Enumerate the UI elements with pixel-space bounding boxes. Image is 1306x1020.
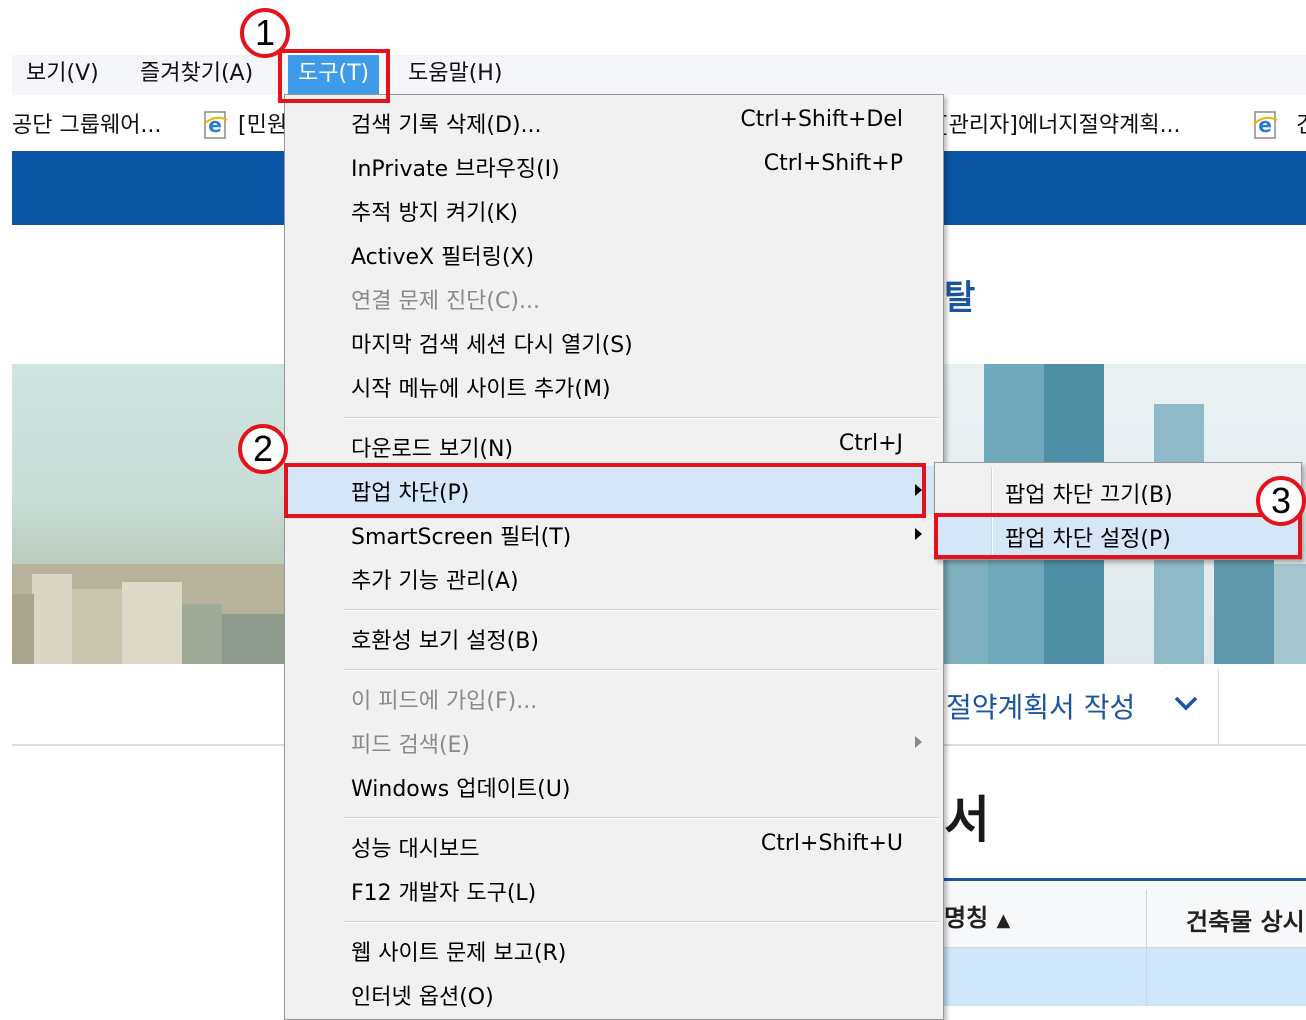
menu-item-compat-view[interactable]: 호환성 보기 설정(B) bbox=[351, 623, 539, 655]
menu-bar: 보기(V) 즐겨찾기(A) 도구(T) 도움말(H) bbox=[12, 55, 1306, 95]
menu-item-inprivate[interactable]: InPrivate 브라우징(I) bbox=[351, 151, 560, 183]
annotation-box-tools bbox=[278, 49, 390, 103]
nav-menu-item[interactable]: 절약계획서 작성 bbox=[946, 686, 1135, 726]
sort-icon[interactable]: ▲ bbox=[997, 910, 1011, 931]
annotation-box-popup-blocker bbox=[284, 463, 926, 518]
favorite-link[interactable]: [관리자]에너지절약계획... bbox=[940, 107, 1181, 139]
menu-item-feed-discovery: 피드 검색(E) bbox=[351, 733, 471, 758]
ie-page-icon: e bbox=[203, 111, 228, 139]
favorite-link[interactable]: [민원 bbox=[238, 107, 287, 139]
svg-text:e: e bbox=[208, 113, 222, 137]
menu-item-tracking-protection[interactable]: 추적 방지 켜기(K) bbox=[351, 195, 518, 227]
favorite-link[interactable]: 건 bbox=[1296, 107, 1306, 139]
shortcut-label: Ctrl+Shift+U bbox=[760, 831, 903, 856]
menu-item-activex-filtering[interactable]: ActiveX 필터링(X) bbox=[351, 239, 534, 271]
menu-item-subscribe-feed: 이 피드에 가입(F)... bbox=[351, 689, 538, 714]
shortcut-label: Ctrl+Shift+P bbox=[763, 151, 903, 176]
table-header-name[interactable]: 명칭 ▲ bbox=[944, 898, 1010, 933]
table-row[interactable] bbox=[944, 948, 1306, 1006]
divider bbox=[1218, 668, 1219, 744]
shortcut-label: Ctrl+J bbox=[838, 431, 903, 456]
menu-separator bbox=[343, 609, 939, 611]
tools-menu: 검색 기록 삭제(D)... Ctrl+Shift+Del InPrivate … bbox=[284, 94, 944, 1020]
menu-item-view-downloads[interactable]: 다운로드 보기(N) bbox=[351, 431, 513, 463]
favorite-link[interactable]: 공단 그룹웨어... bbox=[12, 107, 161, 139]
menu-item-report-problem[interactable]: 웹 사이트 문제 보고(R) bbox=[351, 935, 566, 967]
menu-item-smartscreen[interactable]: SmartScreen 필터(T) bbox=[351, 519, 571, 551]
column-label: 명칭 bbox=[944, 904, 989, 932]
column-divider bbox=[1146, 890, 1147, 1006]
menu-item-reopen-session[interactable]: 마지막 검색 세션 다시 열기(S) bbox=[351, 327, 633, 359]
menu-separator bbox=[343, 817, 939, 819]
menu-item-add-to-start[interactable]: 시작 메뉴에 사이트 추가(M) bbox=[351, 371, 611, 403]
menu-item-windows-update[interactable]: Windows 업데이트(U) bbox=[351, 771, 570, 803]
menu-help[interactable]: 도움말(H) bbox=[408, 55, 502, 95]
menu-item-performance-dashboard[interactable]: 성능 대시보드 bbox=[351, 831, 479, 863]
menu-separator bbox=[343, 921, 939, 923]
menu-item-manage-addons[interactable]: 추가 기능 관리(A) bbox=[351, 563, 519, 595]
menu-item-internet-options[interactable]: 인터넷 옵션(O) bbox=[351, 979, 494, 1011]
table-header-building: 건축물 상시 bbox=[1186, 908, 1305, 936]
menu-item-diagnose: 연결 문제 진단(C)... bbox=[351, 289, 540, 314]
menu-item-turn-off-popup-blocker[interactable]: 팝업 차단 끄기(B) bbox=[1005, 477, 1173, 509]
step-marker-1: 1 bbox=[240, 8, 290, 58]
annotation-box-popup-settings bbox=[934, 513, 1302, 559]
submenu-arrow-icon bbox=[915, 528, 922, 540]
menu-favorites[interactable]: 즐겨찾기(A) bbox=[140, 55, 253, 95]
step-marker-3: 3 bbox=[1256, 476, 1306, 526]
menu-separator bbox=[343, 417, 939, 419]
menu-item-delete-history[interactable]: 검색 기록 삭제(D)... bbox=[351, 107, 542, 139]
chevron-down-icon[interactable] bbox=[1172, 693, 1200, 713]
menu-item-f12-tools[interactable]: F12 개발자 도구(L) bbox=[351, 875, 536, 907]
ie-page-icon: e bbox=[1253, 111, 1278, 139]
shortcut-label: Ctrl+Shift+Del bbox=[740, 107, 903, 132]
svg-text:e: e bbox=[1258, 113, 1272, 137]
menu-view[interactable]: 보기(V) bbox=[26, 55, 99, 95]
site-title-fragment: 탈 bbox=[944, 278, 976, 318]
menu-separator bbox=[343, 669, 939, 671]
page-title: 서 bbox=[944, 791, 990, 849]
banner-image bbox=[12, 364, 284, 664]
submenu-arrow-icon bbox=[915, 736, 922, 748]
step-marker-2: 2 bbox=[238, 424, 288, 474]
